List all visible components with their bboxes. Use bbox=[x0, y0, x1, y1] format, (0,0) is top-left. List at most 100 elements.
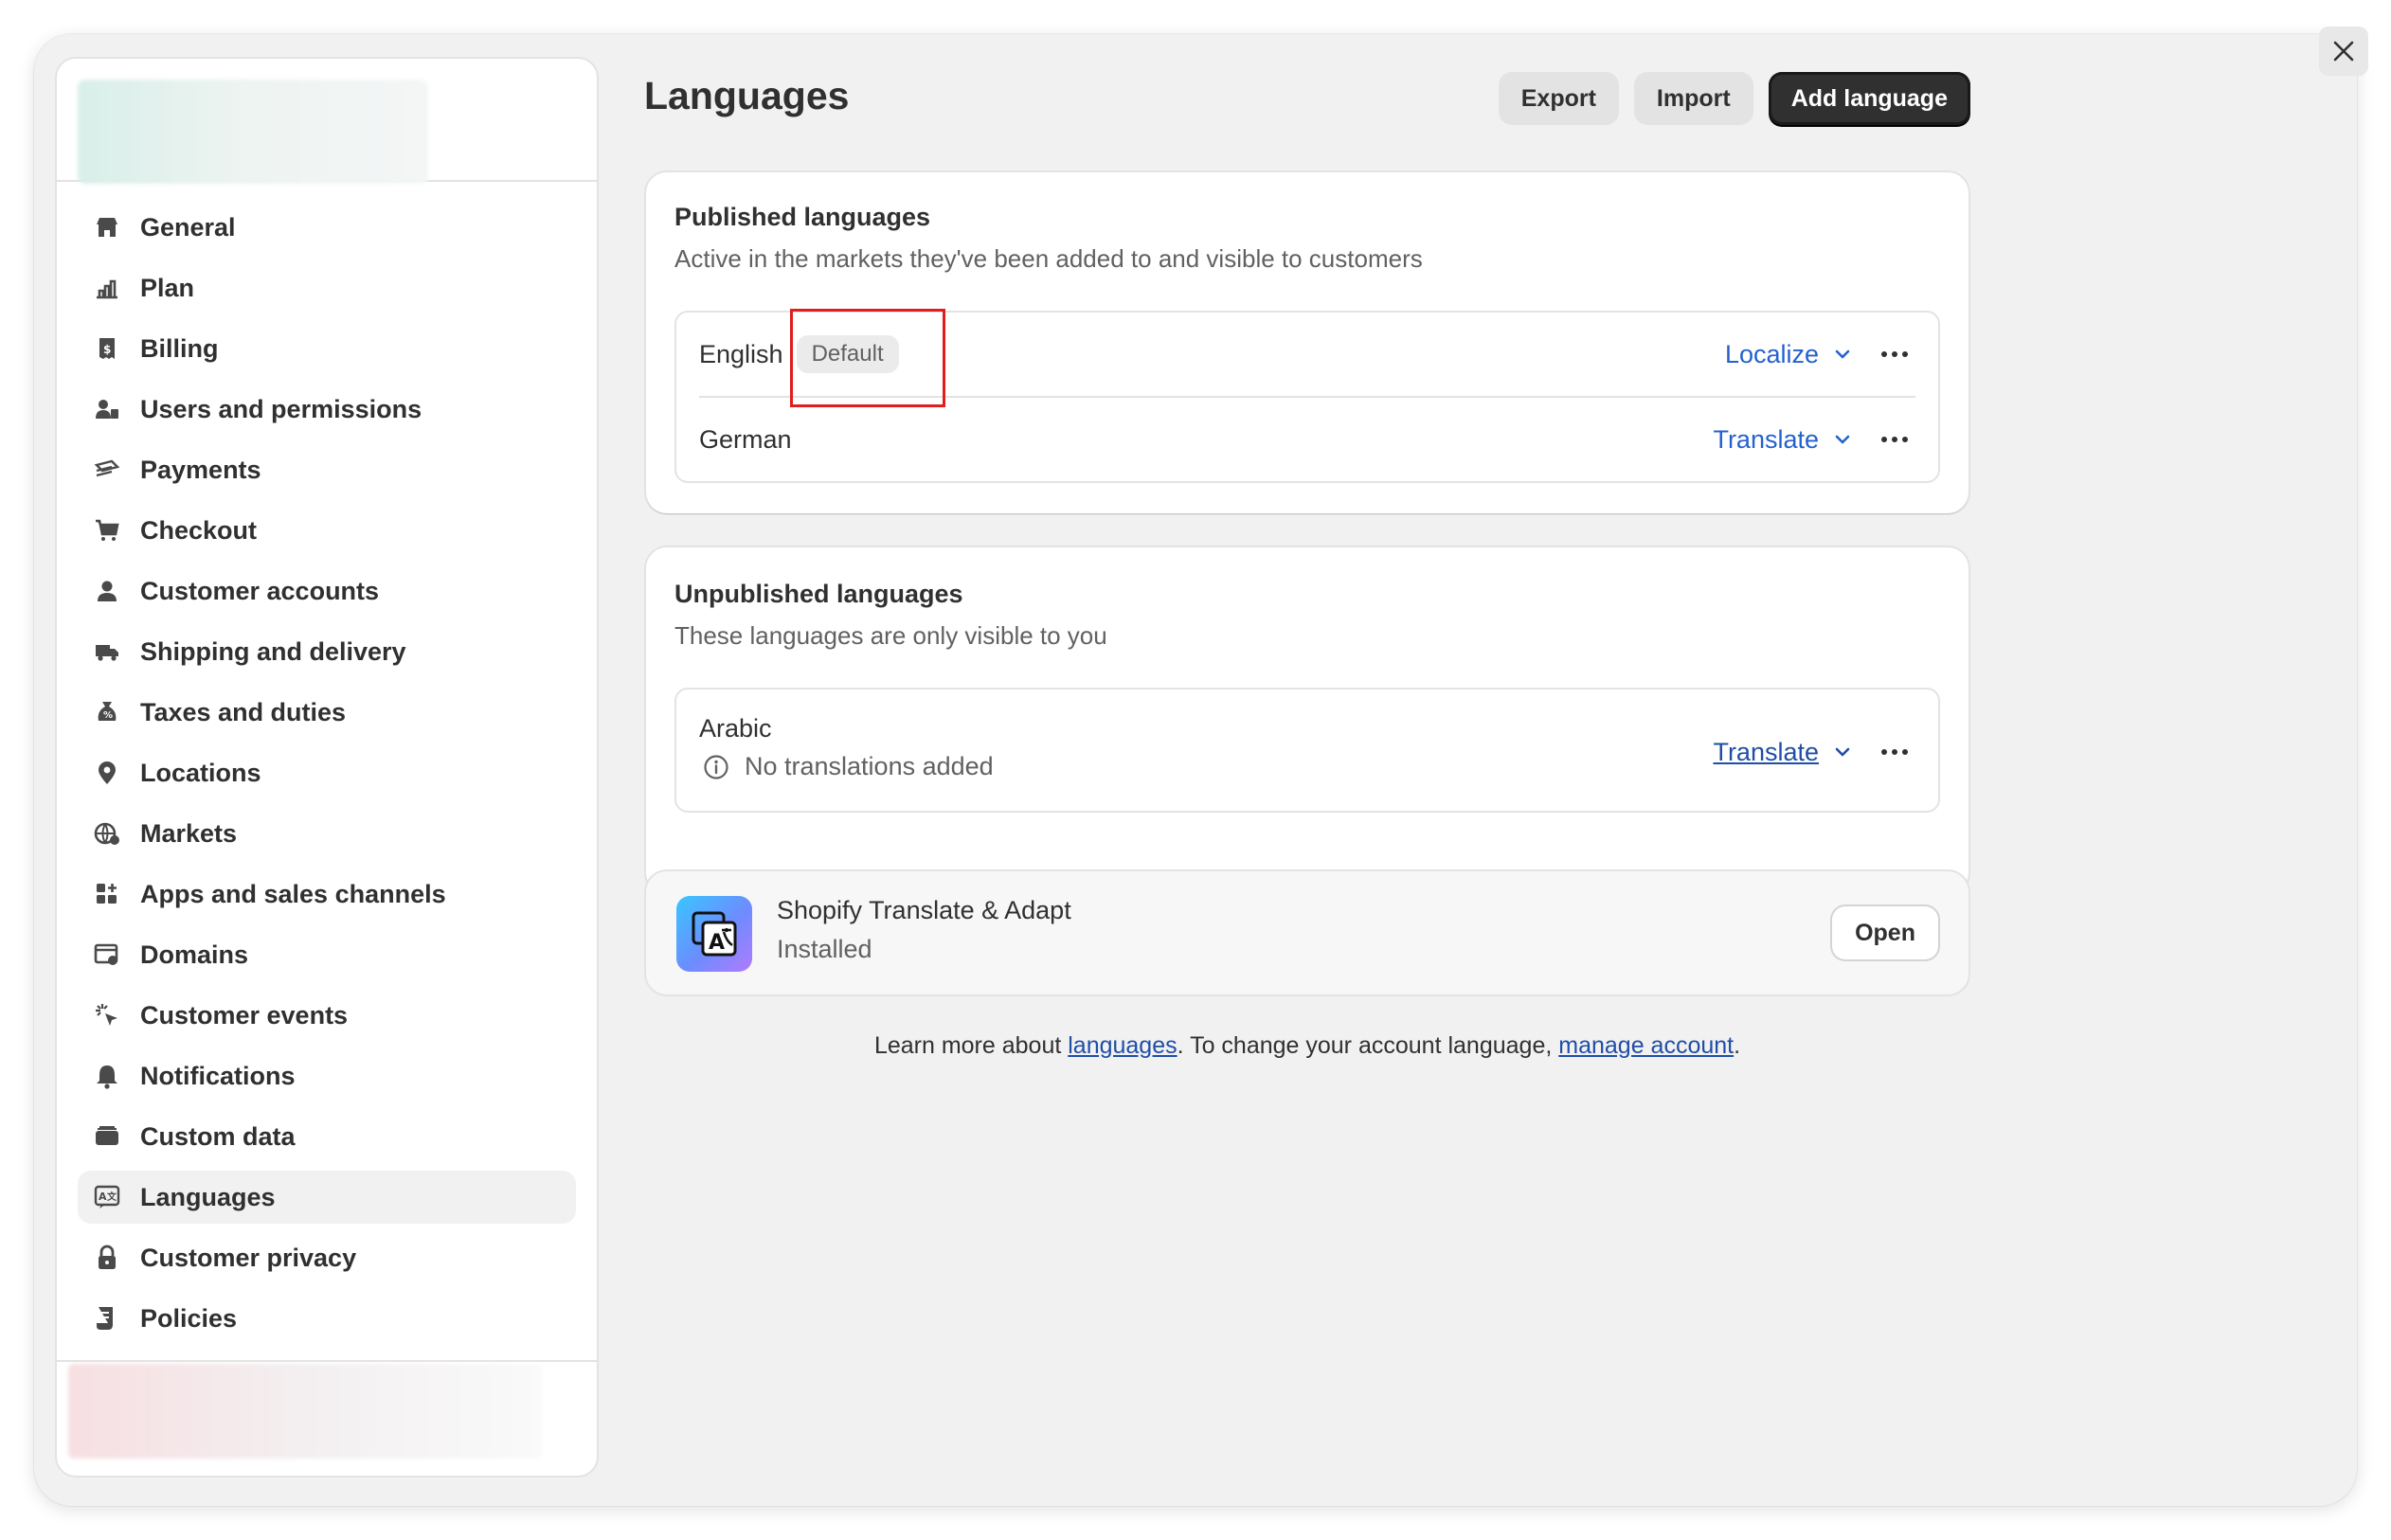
sidebar-item-label: Shipping and delivery bbox=[140, 636, 406, 666]
add-language-button[interactable]: Add language bbox=[1768, 72, 1970, 125]
localize-label: Localize bbox=[1724, 339, 1819, 368]
export-button[interactable]: Export bbox=[1498, 72, 1619, 125]
svg-text:A: A bbox=[99, 1191, 107, 1203]
translate-label: Translate bbox=[1713, 424, 1819, 454]
language-icon: A文 bbox=[91, 1181, 123, 1213]
settings-nav: General Plan $ Billing Users and permissions… bbox=[57, 182, 597, 1345]
language-name: English bbox=[699, 339, 783, 368]
sidebar-item-users-and-permissions[interactable]: Users and permissions bbox=[78, 383, 576, 436]
sidebar-item-checkout[interactable]: Checkout bbox=[78, 504, 576, 557]
sidebar-item-label: Plan bbox=[140, 273, 195, 302]
help-footer: Learn more about languages. To change yo… bbox=[644, 1032, 1970, 1060]
sidebar-item-label: Users and permissions bbox=[140, 394, 422, 423]
translate-dropdown[interactable]: Translate bbox=[1713, 738, 1853, 767]
app-status: Installed bbox=[777, 935, 872, 963]
users-icon bbox=[91, 393, 123, 425]
truck-icon bbox=[91, 636, 123, 668]
languages-link[interactable]: languages bbox=[1068, 1032, 1177, 1059]
page-title: Languages bbox=[644, 74, 850, 117]
svg-text:%: % bbox=[103, 710, 113, 721]
svg-text:A: A bbox=[709, 931, 725, 955]
sidebar-item-languages[interactable]: A 文 Languages bbox=[78, 1171, 576, 1224]
translate-dropdown[interactable]: Translate bbox=[1713, 425, 1853, 455]
domains-icon bbox=[91, 939, 123, 971]
sidebar-item-payments[interactable]: Payments bbox=[78, 443, 576, 496]
open-app-button[interactable]: Open bbox=[1832, 906, 1938, 959]
account-avatar[interactable] bbox=[68, 1364, 542, 1459]
row-actions: Translate bbox=[1713, 419, 1915, 460]
translate-app-icon: A bbox=[676, 896, 752, 972]
translation-note: No translations added bbox=[703, 752, 994, 781]
sidebar-item-markets[interactable]: Markets bbox=[78, 807, 576, 860]
sidebar-item-label: Taxes and duties bbox=[140, 697, 347, 726]
chevron-down-icon bbox=[1835, 349, 1850, 359]
apps-icon bbox=[91, 878, 123, 910]
store-logo bbox=[78, 80, 428, 184]
import-button[interactable]: Import bbox=[1633, 72, 1753, 125]
sidebar-item-customer-events[interactable]: Customer events bbox=[78, 989, 576, 1042]
published-subtitle: Active in the markets they've been added… bbox=[674, 244, 1423, 273]
language-name: Arabic bbox=[699, 714, 772, 743]
tax-icon: % bbox=[91, 696, 123, 728]
translate-app-card: A Shopify Translate & Adapt Installed Op… bbox=[646, 871, 1969, 994]
sidebar-item-label: Languages bbox=[140, 1182, 276, 1211]
sidebar-footer bbox=[57, 1360, 597, 1476]
data-icon bbox=[91, 1120, 123, 1153]
unpublished-languages-card: Unpublished languages These languages ar… bbox=[646, 547, 1969, 894]
published-title: Published languages bbox=[674, 203, 931, 231]
translate-label: Translate bbox=[1713, 737, 1819, 766]
settings-sidebar: General Plan $ Billing Users and permissions… bbox=[55, 57, 599, 1477]
plan-icon bbox=[91, 272, 123, 304]
language-name: German bbox=[699, 424, 792, 454]
chevron-down-icon bbox=[1835, 435, 1850, 444]
footer-prefix: Learn more about bbox=[873, 1032, 1069, 1059]
row-actions: Localize bbox=[1725, 333, 1915, 375]
sidebar-item-label: Apps and sales channels bbox=[140, 879, 446, 908]
sidebar-item-domains[interactable]: Domains bbox=[78, 928, 576, 981]
sidebar-item-label: Policies bbox=[140, 1303, 238, 1333]
sidebar-item-customer-privacy[interactable]: Customer privacy bbox=[78, 1231, 576, 1284]
sidebar-item-locations[interactable]: Locations bbox=[78, 746, 576, 799]
unpublished-subtitle: These languages are only visible to you bbox=[674, 621, 1107, 650]
close-icon bbox=[2333, 41, 2354, 62]
manage-account-link[interactable]: manage account bbox=[1558, 1032, 1734, 1059]
close-button[interactable] bbox=[2319, 27, 2368, 76]
sidebar-item-apps-and-sales-channels[interactable]: Apps and sales channels bbox=[78, 868, 576, 921]
localize-dropdown[interactable]: Localize bbox=[1725, 340, 1853, 369]
location-icon bbox=[91, 757, 123, 789]
sidebar-item-label: Billing bbox=[140, 333, 219, 363]
unpublished-title: Unpublished languages bbox=[674, 580, 963, 608]
more-actions-icon[interactable] bbox=[1874, 333, 1915, 375]
sidebar-item-taxes-and-duties[interactable]: % Taxes and duties bbox=[78, 686, 576, 739]
footer-suffix: . bbox=[1734, 1032, 1741, 1059]
cursor-icon bbox=[91, 999, 123, 1031]
sidebar-item-plan[interactable]: Plan bbox=[78, 261, 576, 314]
globe-icon bbox=[91, 817, 123, 850]
sidebar-item-custom-data[interactable]: Custom data bbox=[78, 1110, 576, 1163]
sidebar-item-label: Customer events bbox=[140, 1000, 349, 1030]
row-actions: Translate bbox=[1713, 731, 1915, 773]
policies-icon bbox=[91, 1302, 123, 1334]
sidebar-item-customer-accounts[interactable]: Customer accounts bbox=[78, 564, 576, 618]
more-actions-icon[interactable] bbox=[1874, 731, 1915, 773]
sidebar-item-general[interactable]: General bbox=[78, 201, 576, 254]
store-icon bbox=[91, 211, 123, 243]
language-row-german: German Translate bbox=[699, 398, 1915, 481]
lock-icon bbox=[91, 1242, 123, 1274]
sidebar-item-policies[interactable]: Policies bbox=[78, 1292, 576, 1345]
info-icon bbox=[704, 754, 728, 779]
cart-icon bbox=[91, 514, 123, 546]
sidebar-item-label: Notifications bbox=[140, 1061, 296, 1090]
sidebar-item-shipping-and-delivery[interactable]: Shipping and delivery bbox=[78, 625, 576, 678]
payments-icon bbox=[91, 454, 123, 486]
sidebar-item-notifications[interactable]: Notifications bbox=[78, 1049, 576, 1102]
more-actions-icon[interactable] bbox=[1874, 419, 1915, 460]
sidebar-item-label: Domains bbox=[140, 940, 249, 969]
sidebar-item-billing[interactable]: $ Billing bbox=[78, 322, 576, 375]
chevron-down-icon bbox=[1835, 747, 1850, 757]
sidebar-item-label: Payments bbox=[140, 455, 261, 484]
store-header bbox=[57, 59, 597, 184]
sidebar-item-label: Markets bbox=[140, 818, 238, 848]
bell-icon bbox=[91, 1060, 123, 1092]
svg-text:文: 文 bbox=[107, 1191, 117, 1203]
